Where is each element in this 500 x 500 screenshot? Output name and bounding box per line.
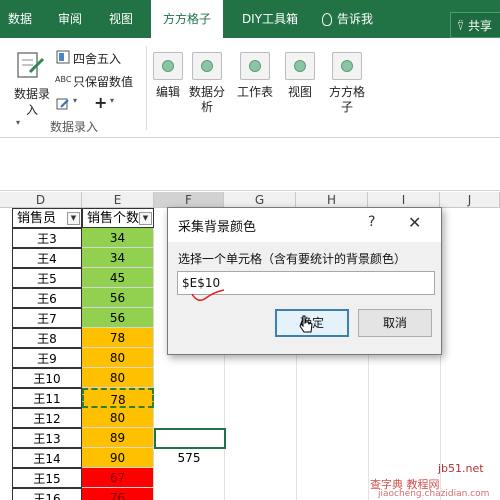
cancel-button[interactable]: 取消 (358, 309, 432, 337)
lightbulb-icon (322, 13, 332, 26)
name-cell[interactable]: 王10 (12, 368, 82, 388)
selected-value-cell[interactable]: 78 (82, 388, 154, 408)
keep-values-button[interactable]: 只保留数值 (73, 73, 133, 90)
formula-bar-area (0, 139, 500, 191)
value-cell[interactable]: 34 (82, 228, 154, 248)
name-cell[interactable]: 王3 (12, 228, 82, 248)
plus-icon[interactable]: + (94, 93, 107, 112)
round-button[interactable]: 四舍五入 (73, 50, 121, 67)
result-cell[interactable]: 575 (154, 448, 224, 468)
name-cell[interactable]: 王7 (12, 308, 82, 328)
column-header-d[interactable]: D (0, 192, 82, 208)
tell-me-search[interactable]: 告诉我 (337, 0, 383, 38)
ribbon-panel: 数据录入 ▾ 四舍五入 ABC 只保留数值 ▾ + ▾ 数据录入 编辑 数据分析… (0, 38, 500, 138)
value-cell[interactable]: 80 (82, 348, 154, 368)
value-cell[interactable]: 34 (82, 248, 154, 268)
name-cell[interactable]: 王14 (12, 448, 82, 468)
plus-dropdown-icon[interactable]: ▾ (110, 96, 114, 105)
hand-cursor-icon (299, 315, 313, 333)
header-sales-person-label: 销售员 (17, 211, 57, 226)
dialog-title-bar: 采集背景颜色 ? ✕ (168, 208, 441, 242)
watermark-line3: jiaocheng.chazidian.com (378, 489, 490, 499)
abc-icon: ABC (55, 75, 72, 84)
data-entry-dropdown-icon[interactable]: ▾ (16, 118, 20, 127)
value-cell[interactable]: 78 (82, 328, 154, 348)
value-cell[interactable]: 80 (82, 368, 154, 388)
header-sales-person[interactable]: 销售员 ▼ (12, 208, 82, 228)
share-button[interactable]: ⍢ 共享 (450, 12, 500, 38)
name-cell[interactable]: 王8 (12, 328, 82, 348)
column-header-f[interactable]: F (154, 192, 224, 208)
name-cell[interactable]: 王13 (12, 428, 82, 448)
name-cell[interactable]: 王9 (12, 348, 82, 368)
value-cell[interactable]: 67 (82, 468, 154, 488)
name-cell[interactable]: 王5 (12, 268, 82, 288)
value-cell[interactable]: 90 (82, 448, 154, 468)
value-cell[interactable]: 56 (82, 308, 154, 328)
value-cell[interactable]: 80 (82, 408, 154, 428)
annotation-squiggle (191, 289, 225, 301)
header-sales-count[interactable]: 销售个数 ▼ (82, 208, 154, 228)
name-cell[interactable]: 王11 (12, 388, 82, 408)
round-icon (56, 50, 70, 64)
collect-background-color-dialog: 采集背景颜色 ? ✕ 选择一个单元格（含有要统计的背景颜色） $E$10 确定 … (167, 207, 442, 355)
data-analysis-button[interactable]: 数据分析 (189, 85, 225, 115)
edit-button[interactable]: 编辑 (150, 85, 186, 100)
column-header-i[interactable]: I (368, 192, 440, 208)
analysis-group-icon (192, 52, 222, 80)
dialog-prompt: 选择一个单元格（含有要统计的背景颜色） (178, 252, 407, 266)
name-cell[interactable]: 王4 (12, 248, 82, 268)
data-entry-icon (17, 52, 45, 78)
edit-dropdown-icon[interactable]: ▾ (73, 96, 77, 105)
active-cell-f13[interactable] (154, 428, 226, 449)
name-cell[interactable]: 王16 (12, 488, 82, 500)
value-cell[interactable]: 56 (82, 288, 154, 308)
edit-group-icon (153, 52, 183, 80)
ribbon-tab-bar: 数据 审阅 视图 方方格子 DIY工具箱 告诉我 ⍢ 共享 (0, 0, 500, 40)
tab-diy-toolbox[interactable]: DIY工具箱 (235, 0, 305, 38)
fangfang-group-icon (332, 52, 362, 80)
column-header-j[interactable]: J (440, 192, 500, 208)
filter-dropdown-icon[interactable]: ▼ (67, 212, 80, 225)
share-label: 共享 (468, 19, 493, 33)
ribbon-separator (146, 46, 147, 130)
name-cell[interactable]: 王12 (12, 408, 82, 428)
data-entry-button[interactable]: 数据录入 (12, 86, 52, 118)
name-cell[interactable]: 王15 (12, 468, 82, 488)
value-cell[interactable]: 45 (82, 268, 154, 288)
edit-icon[interactable] (56, 97, 70, 111)
group-label-data-entry: 数据录入 (50, 120, 99, 134)
help-icon[interactable]: ? (368, 214, 375, 230)
tab-view[interactable]: 视图 (103, 0, 139, 38)
column-header-e[interactable]: E (82, 192, 154, 208)
worksheet-group-icon (240, 52, 270, 80)
fangfang-button[interactable]: 方方格子 (324, 85, 370, 115)
view-group-icon (285, 52, 315, 80)
close-icon[interactable]: ✕ (408, 213, 421, 232)
dialog-title: 采集背景颜色 (178, 220, 257, 235)
tab-fangfanggezi[interactable]: 方方格子 (151, 0, 223, 40)
worksheet-button[interactable]: 工作表 (237, 85, 273, 100)
tab-review[interactable]: 审阅 (52, 0, 88, 38)
excel-window: 数据 审阅 视图 方方格子 DIY工具箱 告诉我 ⍢ 共享 数据录入 ▾ 四舍五… (0, 0, 500, 500)
filter-dropdown-icon[interactable]: ▼ (139, 212, 152, 225)
add-person-icon: ⍢ (457, 19, 465, 33)
value-cell[interactable]: 89 (82, 428, 154, 448)
value-cell[interactable]: 76 (82, 488, 154, 500)
watermark-line1: jb51.net (438, 462, 484, 475)
view-button[interactable]: 视图 (282, 85, 318, 100)
tab-data[interactable]: 数据 (2, 0, 38, 38)
name-cell[interactable]: 王6 (12, 288, 82, 308)
column-header-g[interactable]: G (224, 192, 296, 208)
column-header-h[interactable]: H (296, 192, 368, 208)
header-sales-count-label: 销售个数 (87, 211, 140, 226)
